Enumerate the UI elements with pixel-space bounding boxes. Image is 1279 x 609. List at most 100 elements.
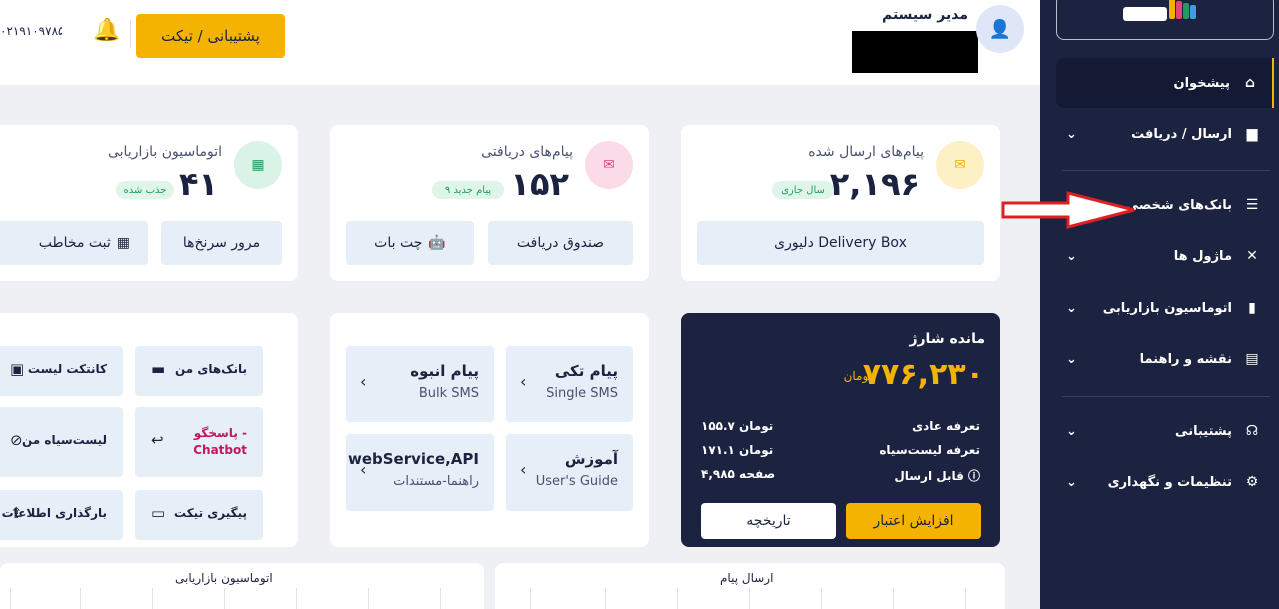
automation-chart-title: اتوماسیون بازاریابی (175, 571, 273, 585)
envelope-icon: ✉ (585, 141, 633, 189)
support-ticket-button[interactable]: پشتیبانی / تیکت (136, 14, 285, 58)
grid-line (749, 588, 750, 609)
ticket-tracking-tile[interactable]: پیگیری تیکت ▭ (135, 490, 263, 540)
charge-amount: ۷۷۶,۲۳۰ (862, 357, 984, 392)
chevron-left-icon: ‹ (520, 372, 527, 391)
automation-title: اتوماسیون بازاریابی (107, 144, 222, 160)
sidebar-divider (1062, 170, 1270, 171)
my-blacklist-tile[interactable]: لیست‌سیاه من ⊘ (0, 407, 123, 477)
chevron-left-icon: ‹ (360, 372, 367, 391)
sidebar-divider (1062, 396, 1270, 397)
logo-box[interactable] (1056, 0, 1274, 40)
sidebar-item-send-receive[interactable]: ▆ ارسال / دریافت ⌄ (1056, 109, 1274, 159)
sidebar: ⌂ پیشخوان ▆ ارسال / دریافت ⌄ ☰ بانک‌های … (1040, 0, 1279, 609)
grid-line (965, 588, 966, 609)
grid-line (80, 588, 81, 609)
charge-title: مانده شارژ (909, 331, 985, 347)
attracted-badge: جذب شده (116, 181, 174, 199)
sidebar-item-label: ماژول ها (1173, 248, 1232, 264)
sidebar-item-map-guide[interactable]: ▤ نقشه و راهنما ⌄ (1056, 334, 1274, 384)
sidebar-item-label: تنظیمات و نگهداری (1107, 474, 1232, 490)
bulk-sms-tile[interactable]: پیام انبوه Bulk SMS ‹ (346, 346, 494, 422)
sidebar-item-label: اتوماسیون بازاریابی (1102, 300, 1232, 316)
database-icon: ☰ (1245, 197, 1259, 213)
history-button[interactable]: تاریخچه (701, 503, 836, 539)
tile-label: پاسخگو - Chatbot (193, 426, 247, 457)
delivery-box-button[interactable]: دلیوری Delivery Box (697, 221, 984, 265)
chatbot-button[interactable]: چت بات 🤖 (346, 221, 474, 265)
tile-label: بانک‌های من (174, 362, 247, 376)
grid-line (893, 588, 894, 609)
top-header: ۰۲۱۹۱۰۹۷۸۵۷ 🔔 پشتیبانی / تیکت مدیر سیستم… (0, 0, 1040, 85)
sidebar-item-modules[interactable]: ✕ ماژول ها ⌄ (1056, 231, 1274, 281)
user-icon: 👤 (988, 18, 1012, 40)
chatbot-label: چت بات (374, 235, 423, 251)
automation-count: ۴۱ (178, 165, 218, 203)
upload-data-tile[interactable]: بارگذاری اطلاعات ⇪ (0, 490, 123, 540)
quick-access-card: بانک‌های من ▬ کانتکت لیست ▣ پاسخگو - Cha… (0, 313, 298, 547)
webservice-api-tile[interactable]: webService,API راهنما-مستندات ‹ (346, 434, 494, 511)
tile-subtitle: Bulk SMS (418, 386, 479, 401)
sidebar-item-label: ارسال / دریافت (1131, 126, 1232, 142)
new-messages-badge: ۹ پیام جدید (432, 181, 504, 199)
chevron-down-icon: ⌄ (1066, 126, 1077, 142)
sent-messages-card: ✉ پیام‌های ارسال شده ۲,۱۹۶ سال جاری دلیو… (681, 125, 1000, 281)
grid-line (605, 588, 606, 609)
sidebar-item-label: بانک‌های شخصی (1125, 197, 1232, 213)
single-sms-tile[interactable]: پیام تکی Single SMS ‹ (506, 346, 633, 422)
qr-icon: ▦ (116, 235, 130, 251)
chevron-down-icon: ⌄ (1066, 423, 1077, 439)
tile-subtitle: Single SMS (546, 386, 618, 401)
redacted-block (852, 31, 978, 73)
tools-icon: ✕ (1246, 248, 1258, 264)
sendable-value: ۴,۹۸۵ صفحه (701, 467, 776, 481)
sidebar-item-dashboard[interactable]: ⌂ پیشخوان (1056, 58, 1274, 108)
tile-title: webService,API (347, 450, 479, 468)
register-contact-button[interactable]: ثبت مخاطب ▦ (0, 221, 148, 265)
tile-title: پیام تکی (554, 362, 618, 380)
chatbot-tile[interactable]: پاسخگو - Chatbot ↩ (135, 407, 263, 477)
sent-period-badge: سال جاری (772, 181, 834, 199)
sidebar-item-label: نقشه و راهنما (1139, 351, 1232, 367)
sidebar-item-support[interactable]: ☊ پشتیبانی ⌄ (1056, 406, 1274, 456)
my-banks-tile[interactable]: بانک‌های من ▬ (135, 346, 263, 396)
charge-balance-card: مانده شارژ ۷۷۶,۲۳۰ تومان تعرفه عادی ۱۵۵.… (681, 313, 1000, 547)
avatar[interactable]: 👤 (976, 5, 1024, 53)
send-options-card: پیام تکی Single SMS ‹ پیام انبوه Bulk SM… (330, 313, 649, 547)
bell-icon[interactable]: 🔔 (92, 18, 122, 48)
received-messages-card: ✉ پیام‌های دریافتی ۱۵۲ ۹ پیام جدید صندوق… (330, 125, 649, 281)
automation-chart-card: اتوماسیون بازاریابی (0, 563, 484, 609)
brand-logo (1123, 0, 1196, 21)
sidebar-item-settings[interactable]: ⚙ تنظیمات و نگهداری ⌄ (1056, 457, 1274, 507)
grid-line (296, 588, 297, 609)
tile-title: آموزش (564, 450, 618, 468)
user-guide-tile[interactable]: آموزش User's Guide ‹ (506, 434, 633, 511)
sidebar-item-marketing-automation[interactable]: ▮ اتوماسیون بازاریابی ⌄ (1056, 283, 1274, 333)
contact-list-tile[interactable]: کانتکت لیست ▣ (0, 346, 123, 396)
map-icon: ▤ (1245, 351, 1259, 367)
grid-line (440, 588, 441, 609)
grid-line (152, 588, 153, 609)
ticket-icon: ▭ (151, 504, 166, 522)
chevron-left-icon: ‹ (360, 460, 367, 479)
phone-number: ۰۲۱۹۱۰۹۷۸۵۷ (0, 24, 62, 38)
chart-icon: ▮ (1248, 300, 1256, 316)
grid-line (530, 588, 531, 609)
normal-rate-label: تعرفه عادی (912, 419, 980, 433)
sendable-label: قابل ارسال ⓘ (894, 469, 980, 483)
received-messages-count: ۱۵۲ (510, 165, 569, 203)
reply-all-icon: ↩ (151, 431, 164, 449)
tile-title: پیام انبوه (410, 362, 479, 380)
received-messages-title: پیام‌های دریافتی (481, 144, 573, 160)
folder-icon: ▬ (151, 360, 166, 378)
review-leads-button[interactable]: مرور سرنخ‌ها (161, 221, 282, 265)
sent-messages-title: پیام‌های ارسال شده (808, 144, 924, 160)
upload-icon: ⇪ (10, 504, 23, 522)
grid-line (821, 588, 822, 609)
chevron-down-icon: ⌄ (1066, 300, 1077, 316)
increase-credit-button[interactable]: افزایش اعتبار (846, 503, 981, 539)
send-chart-card: ارسال پیام (495, 563, 1005, 609)
tile-label: پیگیری تیکت (173, 506, 247, 520)
inbox-button[interactable]: صندوق دریافت (488, 221, 633, 265)
tile-subtitle: User's Guide (535, 474, 618, 489)
